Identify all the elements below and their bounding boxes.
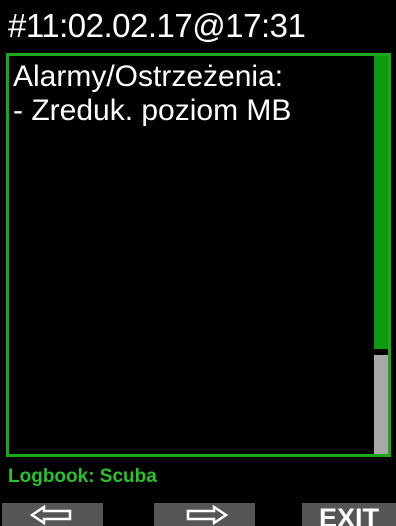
logbook-label: Logbook: Scuba — [8, 466, 157, 487]
message-text: Alarmy/Ostrzeżenia: - Zreduk. poziom MB — [13, 60, 368, 128]
message-line-item: - Zreduk. poziom MB — [13, 94, 292, 127]
previous-button[interactable] — [2, 503, 103, 526]
arrow-left-icon — [29, 505, 71, 525]
exit-button[interactable]: EXIT — [302, 503, 396, 526]
next-button[interactable] — [154, 503, 255, 526]
message-line-heading: Alarmy/Ostrzeżenia: — [13, 60, 284, 93]
log-title: #11:02.02.17@17:31 — [8, 7, 306, 44]
arrow-right-icon — [186, 505, 228, 525]
scrollbar-track-fill — [374, 56, 388, 349]
scrollbar[interactable] — [374, 56, 388, 454]
scrollbar-thumb[interactable] — [374, 355, 388, 454]
